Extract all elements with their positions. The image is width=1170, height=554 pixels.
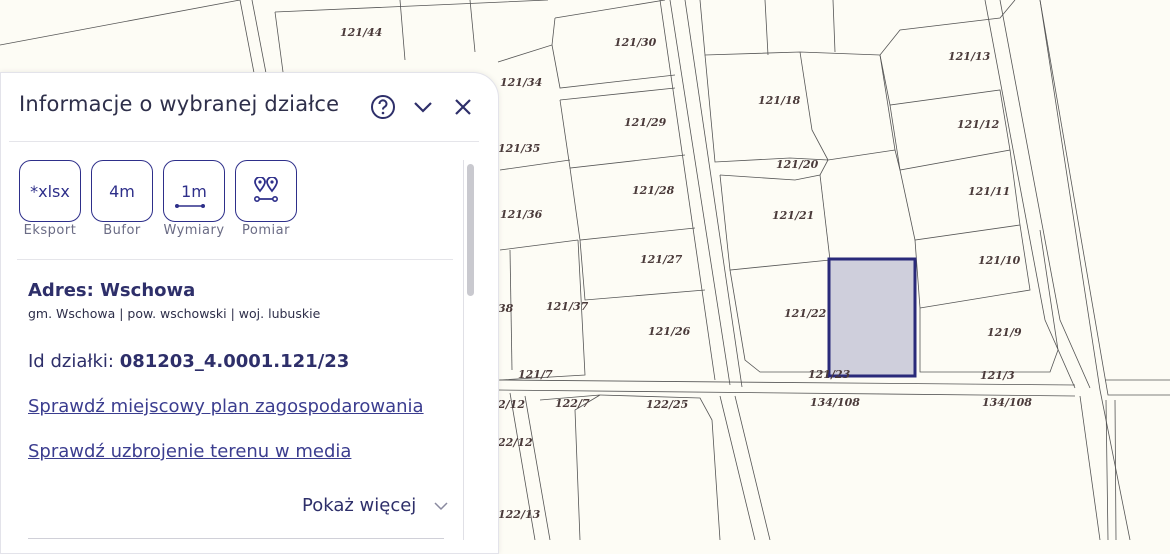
parcel-label: 121/30 <box>614 36 657 49</box>
parcel-label: 122/7 <box>555 397 590 410</box>
parcel-label: 121/20 <box>776 158 819 171</box>
export-xlsx-button[interactable]: *xlsx <box>19 160 81 222</box>
divider <box>28 538 444 539</box>
measure-caption: Pomiar <box>242 223 290 238</box>
divider <box>17 259 453 260</box>
buffer-caption: Bufor <box>103 223 141 238</box>
parcel-label: 121/34 <box>500 76 542 89</box>
zoning-plan-link[interactable]: Sprawdź miejscowy plan zagospodarowania <box>28 396 424 417</box>
show-more-button[interactable]: Pokaż więcej <box>302 495 448 516</box>
parcel-label: 121/9 <box>987 326 1022 339</box>
parcel-label: 121/28 <box>632 184 675 197</box>
parcel-id-value: 081203_4.0001.121/23 <box>119 351 350 372</box>
parcel-label: 121/7 <box>518 368 553 381</box>
parcel-label: 38 <box>498 302 514 315</box>
dimensions-icon: 1m <box>175 182 207 208</box>
measure-button[interactable] <box>235 160 297 222</box>
show-more-label: Pokaż więcej <box>302 495 417 516</box>
parcel-label: 134/108 <box>982 396 1032 409</box>
parcel-label: 122/25 <box>646 398 688 411</box>
export-caption: Eksport <box>23 223 77 238</box>
utilities-link[interactable]: Sprawdź uzbrojenie terenu w media <box>28 441 351 462</box>
parcel-label: 121/44 <box>340 26 382 39</box>
parcel-id-label: Id działki: <box>28 351 120 372</box>
selected-parcel <box>827 257 917 378</box>
parcel-label: 121/35 <box>498 142 540 155</box>
scrollbar-thumb[interactable] <box>467 164 474 296</box>
parcel-label: 121/27 <box>640 253 683 266</box>
parcel-label: 121/10 <box>978 254 1021 267</box>
parcel-label: 121/36 <box>500 208 543 221</box>
parcel-label: 121/29 <box>624 116 667 129</box>
dimensions-button[interactable]: 1m <box>163 160 225 222</box>
close-icon[interactable] <box>450 94 476 120</box>
buffer-button[interactable]: 4m <box>91 160 153 222</box>
dimensions-caption: Wymiary <box>163 223 225 238</box>
buffer-icon: 4m <box>109 181 135 201</box>
xlsx-icon: *xlsx <box>30 181 70 201</box>
parcel-label: 134/108 <box>810 396 860 409</box>
parcel-label: 121/13 <box>948 50 991 63</box>
parcel-label: 121/12 <box>957 118 1000 131</box>
parcel-label: 2/12 <box>497 398 525 411</box>
admin-units: gm. Wschowa | pow. wschowski | woj. lubu… <box>28 306 321 321</box>
parcel-label: 121/23 <box>808 368 851 381</box>
parcel-label: 121/21 <box>772 209 814 222</box>
address-heading: Adres: Wschowa <box>28 280 196 301</box>
panel-title: Informacje o wybranej działce <box>19 92 340 116</box>
header-divider <box>9 141 479 142</box>
chevron-down-icon[interactable] <box>410 94 436 120</box>
parcel-label: 121/37 <box>546 300 589 313</box>
parcel-label: 121/3 <box>980 369 1015 382</box>
parcel-label: 121/18 <box>758 94 801 107</box>
parcel-label: 122/13 <box>498 508 541 521</box>
parcel-id: Id działki: 081203_4.0001.121/23 <box>28 351 349 372</box>
parcel-label: 121/22 <box>784 307 827 320</box>
measure-pins-icon <box>253 177 278 202</box>
help-icon[interactable] <box>370 94 396 120</box>
chevron-down-icon <box>434 502 448 511</box>
parcel-label: 121/26 <box>648 325 691 338</box>
parcel-label: 22/12 <box>497 436 533 449</box>
parcel-label: 121/11 <box>968 185 1010 198</box>
